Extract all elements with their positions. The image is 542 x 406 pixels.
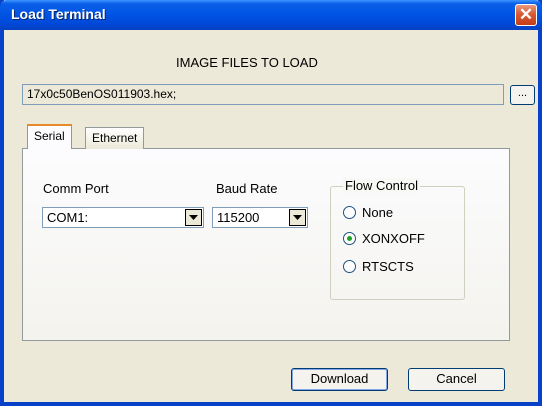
comm-port-label: Comm Port [43, 181, 109, 196]
image-files-heading: IMAGE FILES TO LOAD [176, 55, 318, 70]
baud-rate-label: Baud Rate [216, 181, 278, 196]
download-button[interactable]: Download [291, 368, 388, 391]
chevron-down-icon[interactable] [185, 209, 202, 226]
image-files-input[interactable]: 17x0c50BenOS011903.hex; [22, 84, 504, 105]
chevron-down-icon[interactable] [289, 209, 306, 226]
window-title: Load Terminal [11, 6, 106, 22]
radio-none[interactable]: None [343, 204, 393, 220]
radio-rtscts[interactable]: RTSCTS [343, 258, 414, 274]
tab-ethernet-label: Ethernet [92, 131, 138, 145]
close-button[interactable]: ✕ [515, 4, 537, 26]
tab-serial-label: Serial [34, 129, 65, 143]
baud-rate-value: 115200 [217, 210, 260, 225]
browse-button[interactable]: ... [510, 85, 535, 105]
comm-port-value: COM1: [47, 210, 89, 225]
radio-rtscts-label: RTSCTS [362, 258, 414, 274]
radio-button-icon[interactable] [343, 259, 356, 273]
cancel-button[interactable]: Cancel [408, 368, 505, 391]
close-icon: ✕ [518, 5, 534, 24]
radio-xonxoff-label: XONXOFF [362, 230, 425, 246]
tab-ethernet[interactable]: Ethernet [85, 127, 145, 149]
comm-port-select[interactable]: COM1: [42, 207, 204, 228]
baud-rate-select[interactable]: 115200 [212, 207, 308, 228]
radio-button-icon[interactable] [343, 205, 356, 219]
radio-button-checked-icon[interactable] [343, 231, 356, 245]
radio-xonxoff[interactable]: XONXOFF [343, 230, 425, 246]
image-files-value: 17x0c50BenOS011903.hex; [27, 87, 177, 101]
radio-none-label: None [362, 204, 394, 220]
flow-control-group: Flow Control None XONXOFF RTSCTS [330, 178, 465, 300]
tab-serial[interactable]: Serial [27, 124, 72, 149]
flow-control-legend: Flow Control [343, 178, 420, 193]
title-bar[interactable]: Load Terminal ✕ [0, 0, 542, 30]
